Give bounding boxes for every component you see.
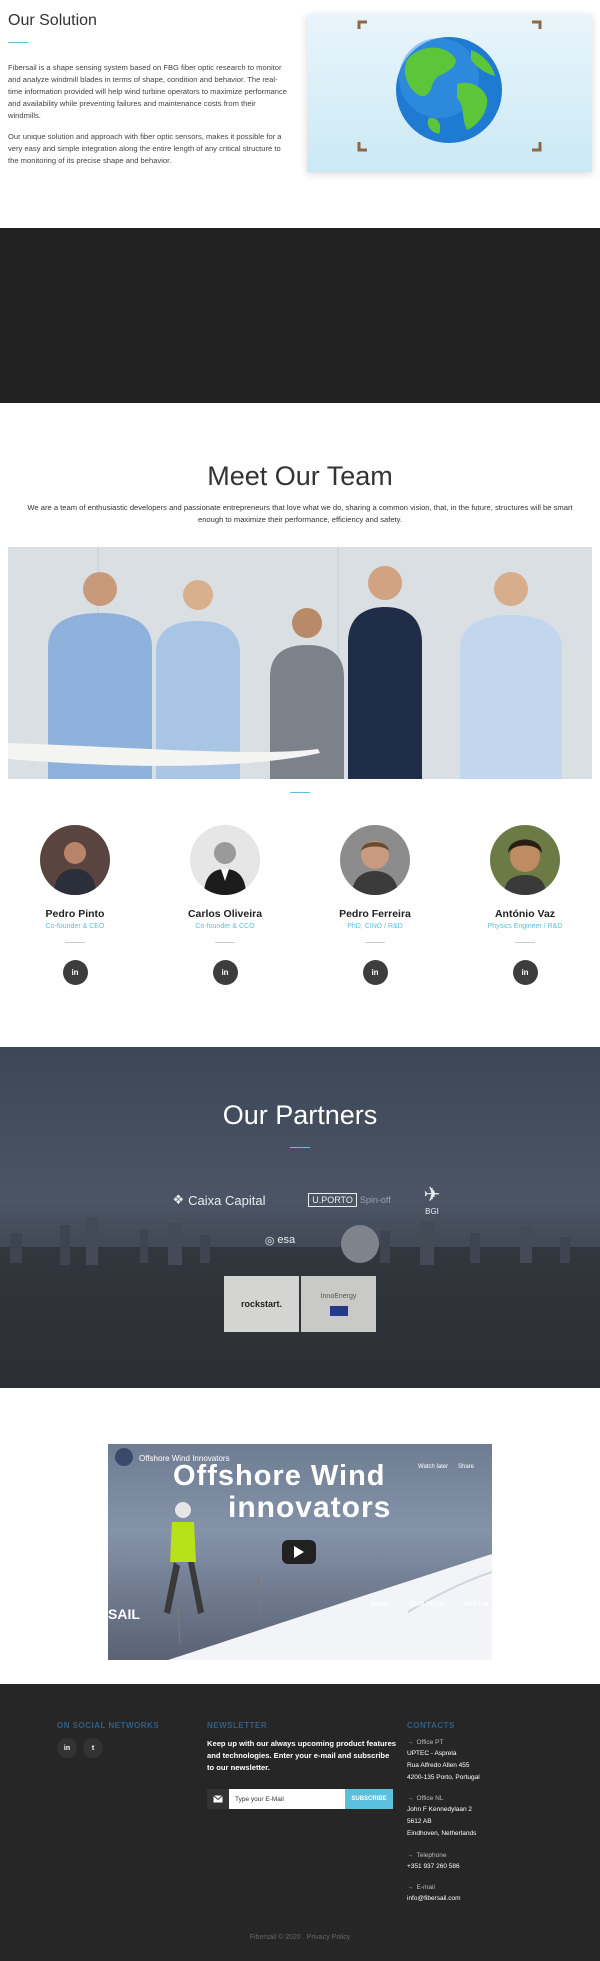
team-photo — [8, 547, 592, 779]
copyright: Fibersail © 2020 . Privacy Policy — [249, 1934, 351, 1941]
esa-icon: ◎ — [264, 1234, 275, 1247]
member-name: Pedro Ferreira — [339, 908, 411, 920]
team-section: Meet Our Team We are a team of enthusias… — [0, 403, 600, 1047]
newsletter-text: Keep up with our always upcoming product… — [207, 1739, 397, 1772]
social-networks-title: ON SOCIAL NETWORKS — [57, 1721, 160, 1730]
video-headline-1: Offshore Wind — [173, 1460, 386, 1492]
contact-label: Office NL — [416, 1795, 444, 1802]
video-nav-team: OUR TEAM — [410, 1601, 445, 1608]
avatar — [190, 825, 260, 895]
contact-telephone: → Telephone +351 937 260 586 — [407, 1851, 557, 1873]
team-member-card: Carlos Oliveira Co-founder & CCO in — [150, 825, 300, 1005]
divider — [215, 942, 235, 943]
arrow-icon: → — [407, 1739, 414, 1746]
partner-logo-esa[interactable]: ◎ esa — [222, 1232, 338, 1248]
partner-logo-innoenergy[interactable]: InnoEnergy — [301, 1276, 376, 1332]
team-intro: We are a team of enthusiastic developers… — [27, 503, 573, 524]
team-member-card: Pedro Ferreira PhD, CINO / R&D in — [300, 825, 450, 1005]
contact-label: Telephone — [416, 1852, 447, 1859]
bgi-icon: ✈ — [423, 1184, 441, 1206]
member-role: PhD, CINO / R&D — [347, 923, 403, 930]
avatar — [340, 825, 410, 895]
contact-line: 4200-135 Porto, Portugal — [407, 1774, 480, 1781]
video-section: Offshore Wind Innovators Offshore Wind i… — [0, 1388, 600, 1684]
member-role: Co-founder & CCO — [195, 923, 255, 930]
team-member-card: António Vaz Physics Engineer / R&D in — [450, 825, 600, 1005]
mail-icon — [207, 1789, 229, 1809]
divider — [65, 942, 85, 943]
share-button[interactable]: Share — [458, 1464, 474, 1470]
partner-logo-caixa-capital[interactable]: ❖ Caixa Capital — [163, 1189, 275, 1211]
subscribe-button[interactable]: SUBSCRIBE — [345, 1789, 393, 1809]
partner-logo-uporto[interactable]: U.PORTO Spin-off — [302, 1191, 397, 1209]
linkedin-icon[interactable]: in — [512, 960, 538, 985]
avatar — [40, 825, 110, 895]
divider — [365, 942, 385, 943]
eu-flag-icon — [329, 1305, 348, 1316]
contact-line: Rua Alfredo Allen 455 — [407, 1762, 470, 1769]
contact-line: John F Kennedylaan 2 — [407, 1806, 473, 1813]
team-group-image — [8, 547, 592, 779]
city-skyline-background — [0, 1217, 600, 1388]
solution-paragraph-1: Fibersail is a shape sensing system base… — [8, 63, 287, 120]
contact-email-link[interactable]: info@fibersail.com — [407, 1893, 557, 1905]
contact-label: Office PT — [416, 1739, 444, 1746]
caixa-capital-icon: ❖ — [172, 1192, 185, 1207]
video-brand: SAIL — [108, 1606, 140, 1622]
member-role: Co-founder & CEO — [45, 923, 105, 930]
linkedin-icon[interactable]: in — [212, 960, 238, 985]
member-name: António Vaz — [494, 908, 556, 920]
arrow-icon: → — [407, 1852, 414, 1859]
dark-band — [0, 228, 600, 403]
partners-title: Our Partners — [222, 1100, 378, 1130]
globe-icon — [357, 20, 542, 152]
solution-paragraph-2: Our unique solution and approach with fi… — [8, 132, 282, 165]
solution-title: Our Solution — [8, 12, 97, 29]
partner-logo-rockstart[interactable]: rockstart. — [224, 1276, 299, 1332]
contact-phone[interactable]: +351 937 260 586 — [407, 1861, 557, 1873]
video-headline-2: innovators — [228, 1491, 392, 1524]
video-nav-partners: PARTNE — [464, 1601, 491, 1608]
contact-line: UPTEC - Asprela — [407, 1750, 457, 1757]
contact-email: → E-mail info@fibersail.com — [407, 1883, 557, 1905]
newsletter-title: NEWSLETTER — [207, 1721, 268, 1730]
play-icon — [294, 1546, 304, 1558]
partner-logo-seal[interactable] — [341, 1225, 379, 1263]
divider — [515, 942, 535, 943]
arrow-icon: → — [407, 1795, 414, 1802]
youtube-video-embed[interactable]: Offshore Wind Innovators Offshore Wind i… — [108, 1444, 492, 1660]
avatar — [490, 825, 560, 895]
team-member-card: Pedro Pinto Co-founder & CEO in — [0, 825, 150, 1005]
member-name: Carlos Oliveira — [187, 908, 263, 920]
globe-visual — [307, 14, 592, 172]
play-button[interactable] — [282, 1540, 316, 1564]
watch-later-button[interactable]: Watch later — [418, 1464, 448, 1470]
team-accent-line — [290, 792, 310, 793]
contact-office-nl: → Office NL John F Kennedylaan 2 5612 AB … — [407, 1794, 557, 1840]
arrow-icon: → — [407, 1884, 414, 1891]
solution-section: Our Solution Fibersail is a shape sensin… — [0, 0, 600, 228]
contact-office-pt: → Office PT UPTEC - Asprela Rua Alfredo A… — [407, 1738, 557, 1784]
team-title: Meet Our Team — [207, 461, 393, 491]
linkedin-icon[interactable]: in — [57, 1738, 77, 1758]
contact-line: Eindhoven, Netherlands — [407, 1830, 477, 1837]
partner-logo-bgi[interactable]: ✈ BGI — [408, 1177, 456, 1221]
contact-line: 5612 AB — [407, 1818, 432, 1825]
twitter-icon[interactable]: t — [83, 1738, 103, 1758]
video-nav-home: HOME — [370, 1601, 390, 1608]
contacts-title: CONTACTS — [407, 1721, 455, 1730]
title-accent-line — [8, 42, 28, 43]
partners-accent-line — [290, 1147, 310, 1148]
member-name: Pedro Pinto — [45, 908, 105, 920]
partners-section: Our Partners ❖ Caixa Capital U.PORTO Spi… — [0, 1047, 600, 1388]
email-input[interactable] — [229, 1789, 345, 1809]
linkedin-icon[interactable]: in — [362, 960, 388, 985]
linkedin-icon[interactable]: in — [62, 960, 88, 985]
page: Our Solution Fibersail is a shape sensin… — [0, 0, 600, 1961]
footer: ON SOCIAL NETWORKS in t NEWSLETTER Keep … — [0, 1684, 600, 1961]
member-role: Physics Engineer / R&D — [487, 923, 563, 930]
contact-label: E-mail — [416, 1884, 435, 1891]
